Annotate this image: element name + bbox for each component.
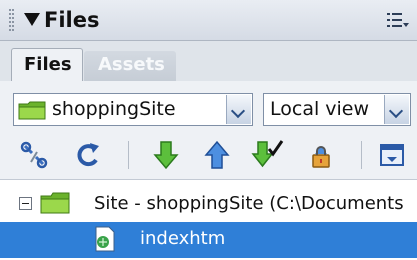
view-select[interactable]: Local view [263, 93, 411, 126]
triangle-down-icon[interactable] [24, 13, 40, 26]
expand-panel-icon[interactable] [376, 138, 408, 172]
get-files-icon[interactable] [150, 138, 182, 172]
collapse-icon[interactable] [19, 197, 32, 210]
check-in-icon[interactable] [305, 138, 337, 172]
panel-title: Files [44, 8, 100, 32]
tree-root-label: Site - shoppingSite (C:\Documents [94, 193, 404, 214]
panel-title-bar[interactable]: Files [0, 0, 417, 41]
refresh-icon[interactable] [72, 138, 104, 172]
toolbar-separator [128, 141, 129, 169]
html-file-icon [95, 226, 115, 252]
chevron-down-icon[interactable] [384, 95, 409, 124]
file-tree: Site - shoppingSite (C:\Documents indexh… [0, 180, 417, 260]
chevron-down-icon[interactable] [226, 95, 251, 124]
put-files-icon[interactable] [201, 138, 233, 172]
check-out-icon[interactable] [250, 138, 284, 172]
connect-icon[interactable] [18, 138, 50, 172]
folder-icon [18, 101, 46, 120]
tab-files[interactable]: Files [11, 48, 83, 82]
view-select-value: Local view [270, 98, 370, 120]
site-view-row: shoppingSite Local view [0, 81, 417, 133]
drag-grip-icon[interactable] [9, 9, 14, 31]
tab-strip: Files Assets [0, 41, 417, 82]
site-select-value: shoppingSite [52, 98, 176, 120]
tab-files-label: Files [24, 54, 72, 75]
files-panel: Files Files Assets shoppingSite Local vi… [0, 0, 417, 260]
files-toolbar [0, 133, 417, 180]
panel-options-icon[interactable] [386, 11, 410, 29]
site-select[interactable]: shoppingSite [13, 93, 253, 126]
tree-root-row[interactable]: Site - shoppingSite (C:\Documents [0, 186, 417, 222]
tree-item-label: indexhtm [140, 228, 226, 249]
tab-assets[interactable]: Assets [84, 51, 176, 81]
toolbar-separator [361, 141, 362, 169]
tree-item-selected[interactable]: indexhtm [0, 222, 417, 258]
tab-assets-label: Assets [98, 54, 165, 75]
site-folder-icon [40, 192, 70, 214]
